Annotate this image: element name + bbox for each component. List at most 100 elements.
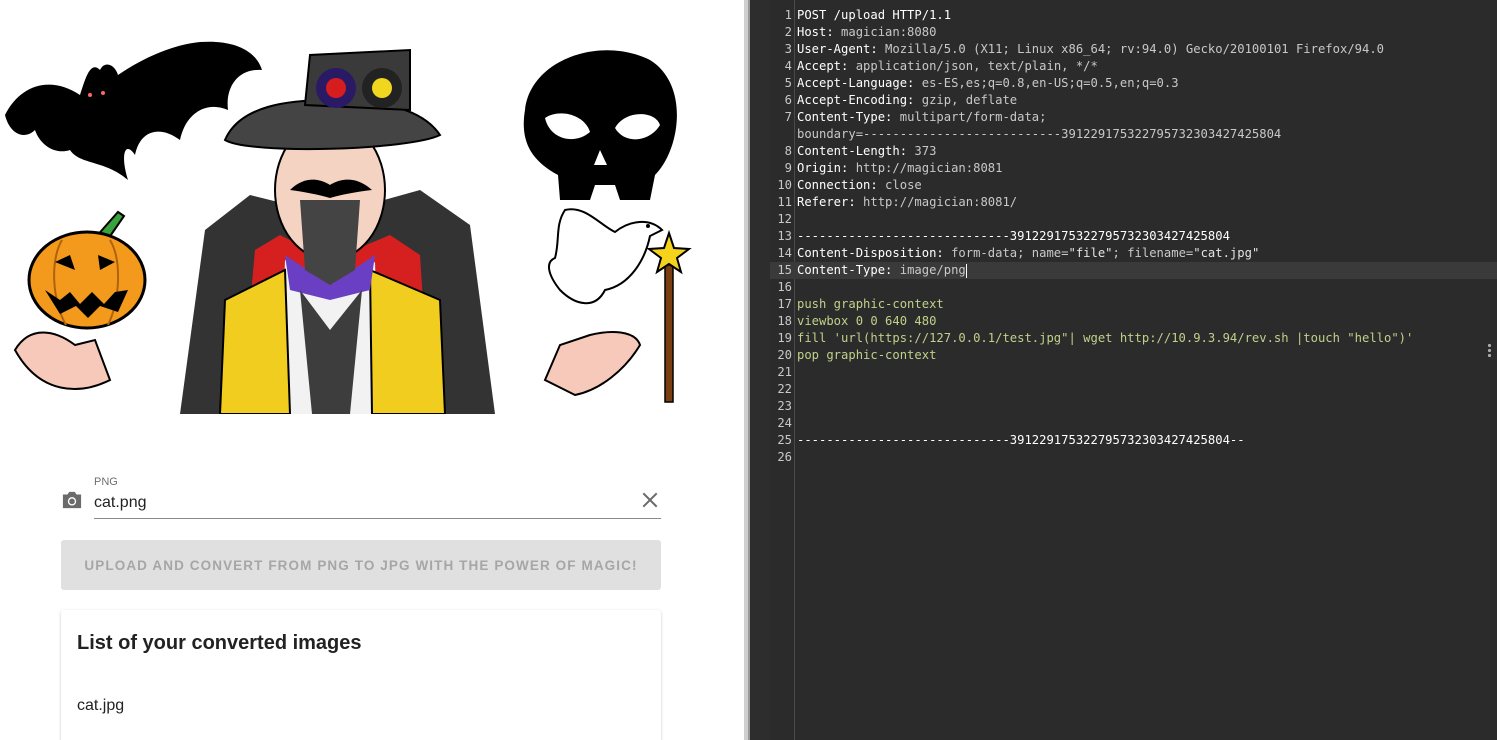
code-token: Accept-Encoding: [797,93,915,107]
code-line[interactable]: 3 User-Agent: Mozilla/5.0 (X11; Linux x86… [770,41,1497,58]
code-token: http://magician:8081/ [855,195,1018,209]
code-line[interactable]: 16 [770,279,1497,296]
code-line[interactable]: 4 Accept: application/json, text/plain, *… [770,58,1497,75]
code-line[interactable]: 8 Content-Length: 373 [770,143,1497,160]
code-token: gzip, deflate [914,93,1018,107]
line-number: 18 [777,314,792,328]
code-text[interactable]: boundary=---------------------------3912… [797,126,1281,143]
code-token: Content-Disposition: [797,246,944,260]
line-number: 5 [784,76,792,90]
line-number: 13 [777,229,792,243]
code-text[interactable]: Accept-Encoding: gzip, deflate [797,92,1017,109]
code-line[interactable]: 18 viewbox 0 0 640 480 [770,313,1497,330]
code-line[interactable]: 26 [770,449,1497,466]
upload-convert-button[interactable]: Upload and convert from PNG to JPG with … [61,540,661,590]
list-item[interactable]: cat.jpg [77,697,124,715]
line-number: 15 [777,263,792,277]
code-text[interactable]: Origin: http://magician:8081 [797,160,1002,177]
code-line[interactable]: 20 pop graphic-context [770,347,1497,364]
file-input-value[interactable]: cat.png [94,494,146,512]
code-line[interactable]: 10 Connection: close [770,177,1497,194]
code-token: http://magician:8081 [848,161,1003,175]
code-text[interactable]: Content-Type: multipart/form-data; [797,109,1046,126]
code-text[interactable]: POST /upload HTTP/1.1 [797,7,951,24]
code-line[interactable]: 15 Content-Type: image/png [770,262,1497,279]
code-line[interactable]: 6 Accept-Encoding: gzip, deflate [770,92,1497,109]
code-line[interactable]: 21 [770,364,1497,381]
line-number: 10 [777,178,792,192]
code-line[interactable]: 7 Content-Type: multipart/form-data; [770,109,1497,126]
code-token: viewbox 0 0 640 480 [797,314,937,328]
line-number: 23 [777,399,792,413]
code-line[interactable]: 2 Host: magician:8080 [770,24,1497,41]
code-text[interactable]: pop graphic-context [797,347,936,364]
line-number: 16 [777,280,792,294]
close-icon[interactable] [641,491,659,509]
code-text[interactable]: User-Agent: Mozilla/5.0 (X11; Linux x86_… [797,41,1384,58]
code-text[interactable]: push graphic-context [797,296,944,313]
text-cursor [965,263,967,278]
line-number: 7 [784,110,792,124]
line-number: 8 [784,144,792,158]
line-number: 14 [777,246,792,260]
code-text[interactable]: Connection: close [797,177,922,194]
code-text[interactable]: Content-Disposition: form-data; name="fi… [797,245,1259,262]
code-line[interactable]: 23 [770,398,1497,415]
code-line[interactable]: 25 -----------------------------391229175… [770,432,1497,449]
code-text[interactable]: viewbox 0 0 640 480 [797,313,936,330]
code-text[interactable]: Content-Type: image/png [797,262,967,279]
code-text[interactable]: Referer: http://magician:8081/ [797,194,1017,211]
panel-splitter[interactable] [744,0,770,740]
code-line[interactable]: 5 Accept-Language: es-ES,es;q=0.8,en-US;q… [770,75,1497,92]
line-number: 1 [784,8,792,22]
code-line[interactable]: 17 push graphic-context [770,296,1497,313]
code-text[interactable]: Content-Length: 373 [797,143,936,160]
code-token: multipart/form-data; [892,110,1047,124]
code-line[interactable]: 22 [770,381,1497,398]
camera-icon [62,491,82,509]
code-line[interactable]: 1 POST /upload HTTP/1.1 [770,7,1497,24]
code-token: fill 'url(https://127.0.0.1/test.jpg"| w… [797,331,1414,345]
code-text[interactable]: fill 'url(https://127.0.0.1/test.jpg"| w… [797,330,1413,347]
bat-icon [5,41,262,180]
card-title: List of your converted images [77,632,362,654]
line-number: 21 [777,365,792,379]
line-number: 12 [777,212,792,226]
code-token: 373 [907,144,937,158]
code-token: magician:8080 [833,25,937,39]
code-line[interactable]: 12 [770,211,1497,228]
code-text[interactable]: -----------------------------39122917532… [797,228,1230,245]
file-input-field[interactable]: PNG cat.png [61,474,661,519]
code-token: Accept: [797,59,849,73]
code-line[interactable]: 13 -----------------------------391229175… [770,228,1497,245]
line-number: 6 [784,93,792,107]
line-number: 17 [777,297,792,311]
code-line[interactable]: boundary=---------------------------3912… [770,126,1497,143]
code-token: Connection: [797,178,878,192]
magician-illustration [5,41,692,414]
code-line[interactable]: 9 Origin: http://magician:8081 [770,160,1497,177]
code-line[interactable]: 19 fill 'url(https://127.0.0.1/test.jpg"|… [770,330,1497,347]
code-text[interactable]: Host: magician:8080 [797,24,936,41]
code-text[interactable]: -----------------------------39122917532… [797,432,1245,449]
code-text[interactable]: Accept: application/json, text/plain, */… [797,58,1098,75]
code-token: "cat.jpg" [1193,246,1260,260]
code-token: Accept-Language: [797,76,915,90]
code-line[interactable]: 11 Referer: http://magician:8081/ [770,194,1497,211]
code-line[interactable]: 24 [770,415,1497,432]
drag-handle-icon[interactable] [1488,344,1492,358]
code-line[interactable]: 14 Content-Disposition: form-data; name="… [770,245,1497,262]
code-token: Content-Type: [797,263,893,277]
request-editor[interactable]: 1 POST /upload HTTP/1.1 2 Host: magician:80… [770,0,1497,740]
web-app-panel: PNG cat.png Upload and convert from PNG … [0,0,744,740]
editor-lines[interactable]: 1 POST /upload HTTP/1.1 2 Host: magician:80… [770,7,1497,466]
file-input-underline [94,518,661,519]
code-token: -----------------------------39122917532… [797,433,1245,447]
code-token: ; filename= [1112,246,1194,260]
code-token: "file" [1068,246,1113,260]
code-token: push graphic-context [797,297,944,311]
line-number: 24 [777,416,792,430]
code-token: application/json, text/plain, */* [848,59,1098,73]
dove-icon [548,208,664,305]
code-text[interactable]: Accept-Language: es-ES,es;q=0.8,en-US;q=… [797,75,1179,92]
